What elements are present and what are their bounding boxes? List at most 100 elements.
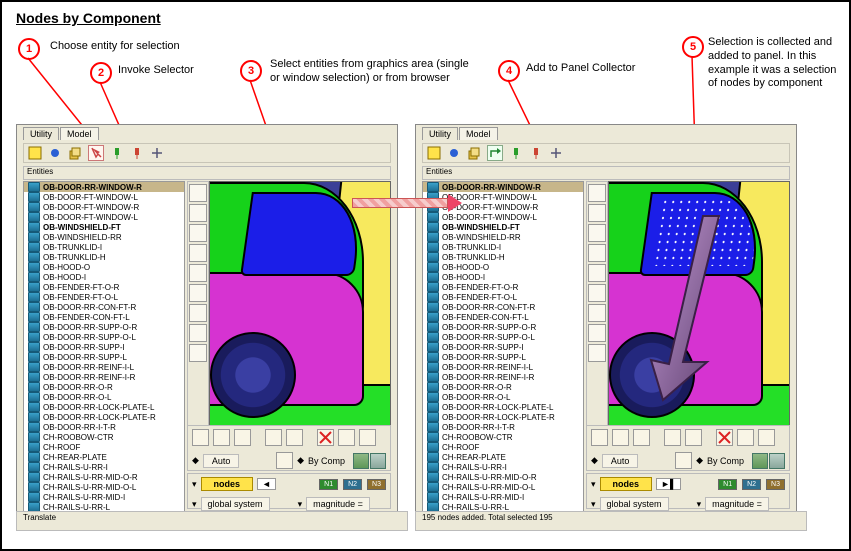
tree-item[interactable]: OB-HOOD-O [423, 262, 583, 272]
tree-item[interactable]: OB-TRUNKLID-H [24, 252, 184, 262]
n2-badge[interactable]: N2 [343, 479, 362, 490]
dd3-icon-r[interactable]: ▾ [697, 499, 702, 510]
tab-model-r[interactable]: Model [459, 127, 498, 140]
pin-red-icon-r[interactable] [529, 146, 543, 160]
render-mode-icon-r[interactable] [752, 453, 768, 469]
tree-item[interactable]: OB-DOOR-RR-SUPP-O-R [24, 322, 184, 332]
tree-item[interactable]: OB-DOOR-RR-REINF-I-L [423, 362, 583, 372]
render-mesh-icon[interactable] [370, 453, 386, 469]
n1-badge[interactable]: N1 [319, 479, 338, 490]
mode-chevron-icon-r[interactable]: ◆ [591, 455, 598, 466]
mode-chevron-icon[interactable]: ◆ [192, 455, 199, 466]
g-zoom-icon-r[interactable] [588, 224, 606, 242]
tree-item[interactable]: OB-DOOR-RR-LOCK-PLATE-L [423, 402, 583, 412]
tree-item[interactable]: OB-DOOR-RR-CON-FT-R [24, 302, 184, 312]
tree-item[interactable]: OB-HOOD-I [423, 272, 583, 282]
collapse-icon[interactable] [150, 146, 164, 160]
tree-left[interactable]: OB-DOOR-RR-WINDOW-ROB-DOOR-FT-WINDOW-LOB… [23, 181, 185, 513]
n3-badge-r[interactable]: N3 [766, 479, 785, 490]
sel-nodes-icon-r[interactable] [447, 146, 461, 160]
tree-item[interactable]: OB-FENDER-CON-FT-L [24, 312, 184, 322]
tree-item[interactable]: CH-RAILS-U-RR-MID-O-L [24, 482, 184, 492]
n2-badge-r[interactable]: N2 [742, 479, 761, 490]
c-cubes-icon-r[interactable] [758, 429, 775, 446]
sel-cube-icon-r[interactable] [467, 146, 481, 160]
magnitude-field[interactable]: magnitude = [306, 497, 370, 511]
invoke-selector-icon[interactable] [88, 145, 104, 161]
c-face-icon-r[interactable] [675, 452, 692, 469]
tree-item[interactable]: CH-RAILS-U-RR-MID-O-R [423, 472, 583, 482]
auto-mode[interactable]: Auto [203, 454, 240, 468]
c-hand-icon-r[interactable] [633, 429, 650, 446]
tree-item[interactable]: OB-DOOR-RR-SUPP-L [423, 352, 583, 362]
g-view-icon-r[interactable] [588, 344, 606, 362]
c-cursor-icon[interactable] [265, 429, 282, 446]
tree-item[interactable]: CH-RAILS-U-RR-MID-O-R [24, 472, 184, 482]
c-copy-icon-r[interactable] [685, 429, 702, 446]
tab-utility-r[interactable]: Utility [422, 127, 458, 140]
tree-item[interactable]: OB-DOOR-RR-I-T-R [423, 422, 583, 432]
g-zoom-icon[interactable] [189, 224, 207, 242]
tree-item[interactable]: CH-ROOBOW-CTR [24, 432, 184, 442]
tree-item[interactable]: OB-DOOR-RR-I-T-R [24, 422, 184, 432]
tree-item[interactable]: OB-DOOR-RR-LOCK-PLATE-L [24, 402, 184, 412]
c-box-icon[interactable] [213, 429, 230, 446]
bycomp-label[interactable]: By Comp [308, 456, 345, 466]
nodes-button[interactable]: nodes [201, 477, 254, 491]
c-copy-icon[interactable] [286, 429, 303, 446]
playback-next-icon[interactable]: ►▌ [656, 478, 681, 490]
tree-item[interactable]: OB-DOOR-RR-SUPP-O-L [24, 332, 184, 342]
tree-item[interactable]: OB-WINDSHIELD-RR [24, 232, 184, 242]
g-rotate-icon[interactable] [189, 264, 207, 282]
tree-item[interactable]: OB-DOOR-RR-O-L [423, 392, 583, 402]
global-system[interactable]: global system [201, 497, 270, 511]
tree-item[interactable]: OB-FENDER-FT-O-L [24, 292, 184, 302]
tree-item[interactable]: OB-DOOR-RR-LOCK-PLATE-R [24, 412, 184, 422]
render-mesh-icon-r[interactable] [769, 453, 785, 469]
g-pan-icon-r[interactable] [588, 244, 606, 262]
c-box-icon-r[interactable] [612, 429, 629, 446]
c-cursor-icon-r[interactable] [664, 429, 681, 446]
tree-item[interactable]: OB-DOOR-RR-WINDOW-R [423, 182, 583, 192]
tree-item[interactable]: OB-FENDER-FT-O-L [423, 292, 583, 302]
tree-item[interactable]: CH-RAILS-U-RR-I [24, 462, 184, 472]
c-cubes-icon[interactable] [359, 429, 376, 446]
tree-item[interactable]: OB-DOOR-FT-WINDOW-R [24, 202, 184, 212]
tree-item[interactable]: OB-DOOR-RR-O-R [24, 382, 184, 392]
chevron-icon-r[interactable]: ◆ [696, 455, 703, 466]
c-folder-icon[interactable] [192, 429, 209, 446]
sel-entities-icon[interactable] [28, 146, 42, 160]
add-to-collector-icon[interactable] [487, 145, 503, 161]
c-delete-icon-r[interactable] [716, 429, 733, 446]
tree-item[interactable]: OB-FENDER-FT-O-R [423, 282, 583, 292]
global-system-r[interactable]: global system [600, 497, 669, 511]
pin-red-icon[interactable] [130, 146, 144, 160]
tab-model[interactable]: Model [60, 127, 99, 140]
tree-item[interactable]: OB-TRUNKLID-I [24, 242, 184, 252]
magnitude-field-r[interactable]: magnitude = [705, 497, 769, 511]
tree-item[interactable]: OB-DOOR-RR-REINF-I-L [24, 362, 184, 372]
g-pan-icon[interactable] [189, 244, 207, 262]
tree-item[interactable]: CH-ROOBOW-CTR [423, 432, 583, 442]
tree-item[interactable]: CH-RAILS-U-RR-MID-I [24, 492, 184, 502]
tree-item[interactable]: OB-DOOR-RR-SUPP-O-R [423, 322, 583, 332]
g-view-icon[interactable] [189, 344, 207, 362]
dd2-icon[interactable]: ▾ [192, 499, 197, 510]
tree-item[interactable]: OB-DOOR-RR-SUPP-I [423, 342, 583, 352]
tree-item[interactable]: OB-DOOR-FT-WINDOW-L [24, 212, 184, 222]
n3-badge[interactable]: N3 [367, 479, 386, 490]
tree-item[interactable]: OB-DOOR-RR-CON-FT-R [423, 302, 583, 312]
tree-item[interactable]: OB-DOOR-RR-SUPP-L [24, 352, 184, 362]
tree-item[interactable]: OB-DOOR-RR-O-L [24, 392, 184, 402]
graphics-left[interactable] [209, 181, 391, 427]
tree-item[interactable]: OB-TRUNKLID-H [423, 252, 583, 262]
g-fit-icon-r[interactable] [588, 284, 606, 302]
dd-icon-r[interactable]: ▾ [591, 479, 596, 490]
c-face-icon[interactable] [276, 452, 293, 469]
tree-item[interactable]: CH-RAILS-U-RR-MID-O-L [423, 482, 583, 492]
tree-item[interactable]: CH-REAR-PLATE [24, 452, 184, 462]
sel-entities-icon-r[interactable] [427, 146, 441, 160]
dd-icon[interactable]: ▾ [192, 479, 197, 490]
nodes-button-r[interactable]: nodes [600, 477, 653, 491]
tree-item[interactable]: OB-DOOR-RR-LOCK-PLATE-R [423, 412, 583, 422]
